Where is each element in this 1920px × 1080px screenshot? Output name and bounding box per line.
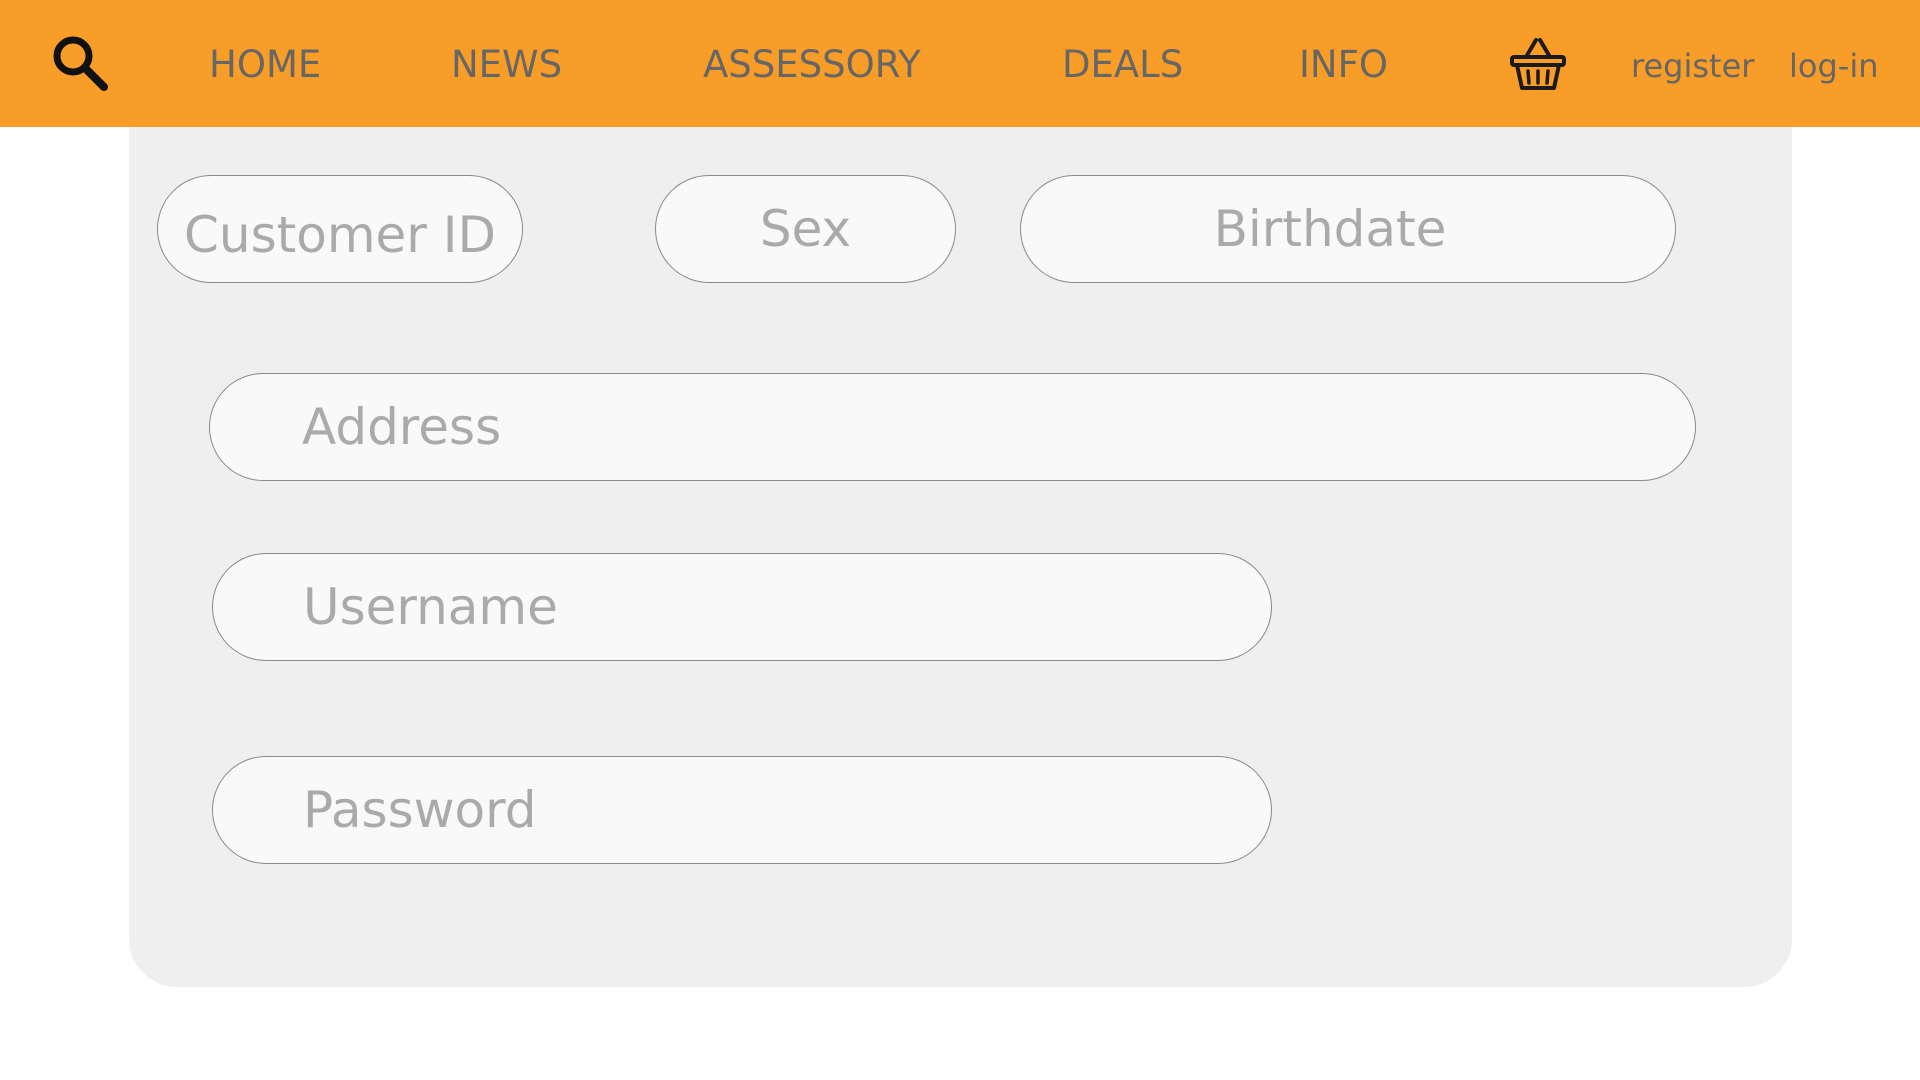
nav-assessory[interactable]: ASSESSORY — [703, 44, 921, 86]
nav-deals[interactable]: DEALS — [1062, 44, 1183, 86]
nav-info[interactable]: INFO — [1299, 44, 1388, 86]
login-link[interactable]: log-in — [1789, 48, 1879, 84]
nav-news[interactable]: NEWS — [451, 44, 562, 86]
birthdate-field[interactable]: Birthdate — [1020, 175, 1676, 283]
search-icon[interactable] — [50, 33, 112, 95]
nav-home[interactable]: HOME — [209, 44, 321, 86]
top-nav-bar: HOME NEWS ASSESSORY DEALS INFO register … — [0, 0, 1920, 127]
username-field[interactable]: Username — [212, 553, 1272, 661]
address-field[interactable]: Address — [209, 373, 1696, 481]
basket-icon[interactable] — [1509, 37, 1567, 91]
customer-id-field[interactable]: Customer ID — [157, 175, 523, 283]
register-link[interactable]: register — [1631, 48, 1754, 84]
sex-field[interactable]: Sex — [655, 175, 956, 283]
password-field[interactable]: Password — [212, 756, 1272, 864]
